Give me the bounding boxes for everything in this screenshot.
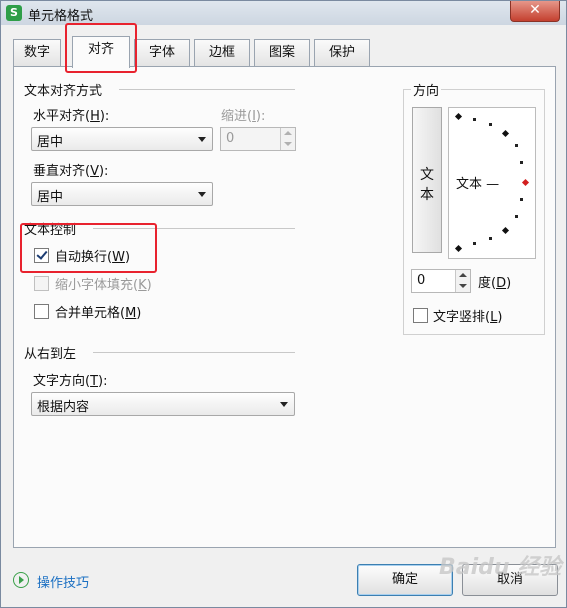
stepper-buttons[interactable] <box>455 270 470 292</box>
dial-tick <box>515 144 518 147</box>
tab-border[interactable]: 边框 <box>194 39 250 66</box>
format-cells-dialog: S 单元格格式 ✕ 数字 对齐 字体 边框 图案 保护 文本对齐方式 水平对齐(… <box>0 0 567 608</box>
dial-tick <box>520 161 523 164</box>
text-direction-value: 根据内容 <box>37 400 90 415</box>
vertical-align-value: 居中 <box>37 190 64 205</box>
rtl-group-title: 从右到左 <box>24 347 77 362</box>
vertical-align-select[interactable]: 居中 <box>31 182 213 206</box>
dial-pointer <box>521 178 530 187</box>
dial-marker <box>454 112 463 121</box>
shrink-to-fit-label: 缩小字体填充(K) <box>55 278 152 293</box>
vertical-text-checkbox[interactable] <box>413 308 428 323</box>
play-circle-icon <box>13 572 29 588</box>
tab-alignment[interactable]: 对齐 <box>72 36 130 68</box>
group-divider <box>119 89 295 90</box>
arrow-up-icon <box>284 131 292 135</box>
highlight-wrap-text <box>20 223 157 273</box>
close-button[interactable]: ✕ <box>510 1 560 22</box>
horizontal-align-label: 水平对齐(H): <box>33 109 110 124</box>
chevron-down-icon <box>280 402 288 407</box>
orientation-group-title: 方向 <box>411 80 442 99</box>
shrink-to-fit-checkbox[interactable] <box>34 276 49 291</box>
vertical-text-label: 文字竖排(L) <box>433 310 503 325</box>
merge-cells-checkbox[interactable] <box>34 304 49 319</box>
indent-stepper[interactable]: 0 <box>220 127 296 151</box>
dial-tick <box>515 215 518 218</box>
dial-tick <box>489 237 492 240</box>
text-direction-label: 文字方向(T): <box>33 374 108 389</box>
indent-value: 0 <box>226 131 235 146</box>
text-alignment-group-title: 文本对齐方式 <box>24 84 103 99</box>
arrow-up-icon <box>459 273 467 277</box>
degree-label: 度(D) <box>478 276 512 291</box>
vertical-text-orientation-button[interactable]: 文 本 <box>412 107 442 253</box>
horizontal-align-value: 居中 <box>37 135 64 150</box>
dial-tick <box>520 198 523 201</box>
vertical-align-label: 垂直对齐(V): <box>33 164 109 179</box>
dial-marker <box>454 244 463 253</box>
tips-link[interactable]: 操作技巧 <box>37 572 89 591</box>
dial-text: 文本 — <box>456 177 500 192</box>
orientation-dial[interactable]: 文本 — <box>448 107 536 259</box>
dial-tick <box>489 123 492 126</box>
baidu-watermark: Baidu 经验 <box>439 555 562 580</box>
wps-app-icon: S <box>6 5 22 21</box>
vertical-char: 本 <box>420 187 434 203</box>
arrow-down-icon <box>459 284 467 288</box>
dial-tick <box>473 242 476 245</box>
degree-stepper[interactable]: 0 <box>411 269 471 293</box>
stepper-buttons[interactable] <box>280 128 295 150</box>
indent-label: 缩进(I): <box>221 109 266 124</box>
chevron-down-icon <box>198 192 206 197</box>
title-bar: S 单元格格式 ✕ <box>1 1 566 25</box>
tab-protection[interactable]: 保护 <box>314 39 370 66</box>
dial-marker <box>501 226 510 235</box>
dialog-title: 单元格格式 <box>28 9 94 24</box>
vertical-char: 文 <box>420 167 434 183</box>
horizontal-align-select[interactable]: 居中 <box>31 127 213 151</box>
group-divider <box>93 352 295 353</box>
dial-marker <box>501 129 510 138</box>
merge-cells-label: 合并单元格(M) <box>55 306 142 321</box>
tab-number[interactable]: 数字 <box>13 39 61 66</box>
text-direction-select[interactable]: 根据内容 <box>31 392 295 416</box>
tab-pattern[interactable]: 图案 <box>254 39 310 66</box>
chevron-down-icon <box>198 137 206 142</box>
tab-font[interactable]: 字体 <box>134 39 190 66</box>
dial-tick <box>473 118 476 121</box>
arrow-down-icon <box>284 142 292 146</box>
degree-value: 0 <box>417 273 426 288</box>
